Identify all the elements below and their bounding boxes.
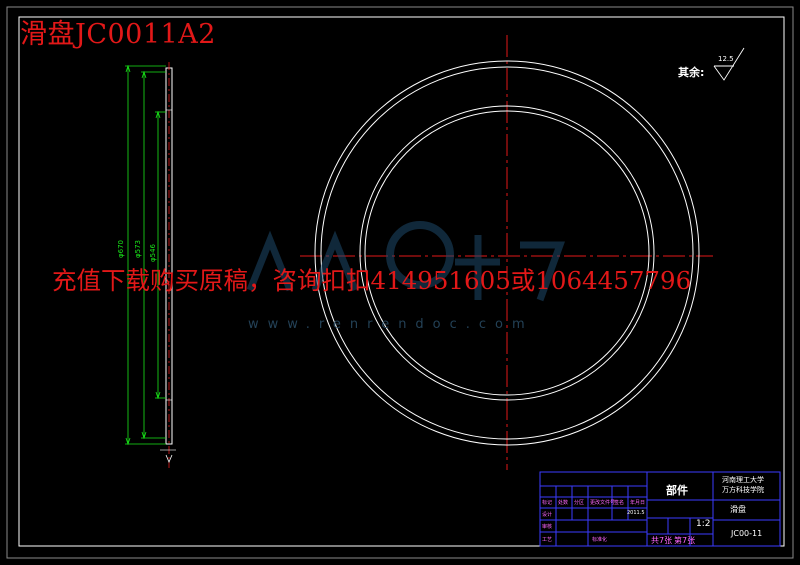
- watermark-url: www.renrendoc.com: [248, 317, 534, 332]
- tb-header-zone: 分区: [574, 500, 585, 506]
- dimension-lines: [125, 64, 166, 446]
- title-block-part-name: 滑盘: [730, 505, 746, 514]
- tb-header-mark: 标记: [542, 500, 553, 506]
- title-block-sheets: 共7张: [651, 536, 673, 545]
- tb-sign-design: 设计: [542, 512, 553, 518]
- dim-label-outer: φ670: [117, 240, 125, 258]
- dim-label-middle: φ573: [134, 240, 142, 258]
- title-block-school: 河南理工大学: [722, 476, 764, 484]
- tb-sign-process: 工艺: [542, 537, 553, 543]
- dim-label-inner: φ546: [149, 243, 157, 262]
- title-block-year: 2011.5: [627, 510, 645, 516]
- tb-header-count: 处数: [558, 500, 569, 506]
- tb-sign-standard: 标准化: [592, 537, 608, 543]
- document-title-overlay: 滑盘JC0011A2: [20, 19, 216, 50]
- tb-sign-review: 审核: [542, 524, 553, 530]
- tb-header-signature: 签名: [614, 500, 625, 506]
- tb-header-date: 年月日: [630, 500, 646, 506]
- roughness-label: 其余:: [678, 66, 705, 79]
- title-block-school-sub: 万方科技学院: [722, 486, 764, 494]
- title-block-scale: 1:2: [696, 519, 711, 529]
- purchase-notice-overlay: 充值下载购买原稿，咨询扣扣414951605或1064457796: [52, 266, 692, 295]
- roughness-symbol: [713, 47, 745, 81]
- title-block-part-type: 部件: [666, 484, 688, 497]
- title-block-sheet-no: 第7张: [674, 536, 696, 545]
- roughness-value: 12.5: [718, 55, 734, 63]
- tb-header-change-doc: 更改文件号: [590, 500, 616, 506]
- title-block-drawing-no: JC00-11: [731, 529, 763, 538]
